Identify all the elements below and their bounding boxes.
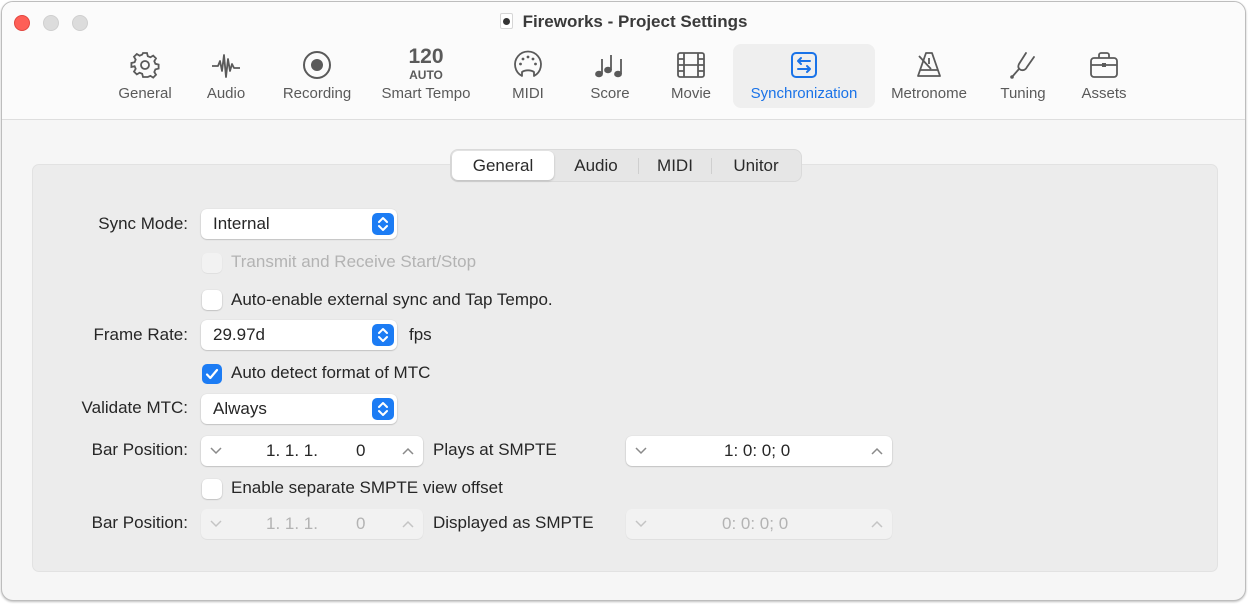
tab-unitor[interactable]: Unitor	[712, 151, 800, 180]
toolbar-item-label: Metronome	[891, 85, 967, 102]
displayed-as-smpte-stepper[interactable]: 0: 0: 0; 0	[626, 509, 892, 539]
toolbar-item-label: Audio	[206, 85, 246, 102]
validate-mtc-value: Always	[213, 399, 267, 418]
sync-arrows-icon	[791, 52, 817, 78]
sync-mode-label: Sync Mode:	[98, 214, 188, 233]
window-title-text: Fireworks - Project Settings	[522, 12, 748, 31]
bar-position-2-stepper[interactable]: 1. 1. 1. 0	[201, 509, 423, 539]
sync-mode-value: Internal	[213, 214, 270, 233]
decrement-chevron-icon[interactable]	[209, 445, 223, 457]
checkmark-icon	[205, 368, 219, 380]
tab-general[interactable]: General	[452, 151, 554, 180]
metronome-icon	[917, 52, 941, 77]
toolbar-item-assets[interactable]: Assets	[1072, 44, 1136, 108]
midi-port-icon	[514, 50, 542, 77]
bar-position-bars: 1. 1. 1.	[266, 441, 318, 460]
plays-at-smpte-value: 1: 0: 0; 0	[724, 441, 791, 460]
settings-toolbar: General Audio Recording 120 AUTO Smart T…	[2, 44, 1245, 110]
music-notes-icon	[595, 55, 622, 78]
toolbar-item-movie[interactable]: Movie	[662, 44, 720, 108]
plays-at-smpte-stepper[interactable]: 1: 0: 0; 0	[626, 436, 892, 466]
film-icon	[677, 52, 705, 78]
toolbar-item-label: Smart Tempo	[381, 85, 471, 102]
toolbar-item-recording[interactable]: Recording	[274, 44, 360, 108]
project-settings-window: Fireworks - Project Settings General Aud…	[1, 1, 1246, 601]
toolbar-item-label: Score	[590, 85, 630, 102]
increment-chevron-icon[interactable]	[401, 445, 415, 457]
waveform-icon	[212, 54, 240, 78]
transmit-receive-checkbox[interactable]	[202, 253, 222, 273]
frame-rate-label: Frame Rate:	[93, 325, 188, 344]
increment-chevron-icon[interactable]	[870, 518, 884, 530]
popup-arrows-icon	[372, 213, 394, 235]
title-bar: Fireworks - Project Settings General Aud…	[2, 2, 1245, 120]
bar-position-2-ticks: 0	[356, 514, 366, 533]
displayed-as-smpte-value: 0: 0: 0; 0	[722, 514, 789, 533]
frame-rate-popup[interactable]: 29.97d	[201, 320, 397, 350]
toolbar-item-label: Tuning	[1000, 85, 1046, 102]
separate-offset-label: Enable separate SMPTE view offset	[231, 478, 503, 497]
document-icon	[499, 13, 513, 29]
separate-offset-checkbox[interactable]	[202, 479, 222, 499]
sync-mode-popup[interactable]: Internal	[201, 209, 397, 239]
popup-arrows-icon	[372, 324, 394, 346]
gear-icon	[130, 52, 160, 79]
toolbar-item-score[interactable]: Score	[580, 44, 640, 108]
frame-rate-unit: fps	[409, 325, 432, 344]
tab-audio[interactable]: Audio	[554, 151, 638, 180]
toolbar-item-label: Synchronization	[750, 85, 858, 102]
toolbar-item-metronome[interactable]: Metronome	[882, 44, 976, 108]
auto-detect-checkbox[interactable]	[202, 364, 222, 384]
auto-detect-label: Auto detect format of MTC	[231, 363, 431, 382]
bar-position-2-bars: 1. 1. 1.	[266, 514, 318, 533]
bar-position-label: Bar Position:	[91, 440, 188, 459]
toolbar-item-label: MIDI	[512, 85, 544, 102]
tempo-mode: AUTO	[409, 68, 443, 82]
decrement-chevron-icon[interactable]	[634, 518, 648, 530]
tempo-value: 120	[408, 45, 444, 68]
toolbar-item-general[interactable]: General	[112, 44, 178, 108]
auto-enable-label: Auto-enable external sync and Tap Tempo.	[231, 290, 553, 309]
sync-tabs: General Audio MIDI Unitor	[450, 149, 802, 182]
tab-midi[interactable]: MIDI	[639, 151, 711, 180]
bar-position-2-label: Bar Position:	[91, 513, 188, 532]
toolbar-item-audio[interactable]: Audio	[198, 44, 254, 108]
popup-arrows-icon	[372, 398, 394, 420]
validate-mtc-popup[interactable]: Always	[201, 394, 397, 424]
bar-position-ticks: 0	[356, 441, 366, 460]
toolbar-item-label: Recording	[282, 85, 352, 102]
toolbar-item-midi[interactable]: MIDI	[500, 44, 556, 108]
toolbar-item-label: General	[118, 85, 172, 102]
auto-enable-checkbox[interactable]	[202, 290, 222, 310]
toolbar-item-synchronization[interactable]: Synchronization	[733, 44, 875, 108]
plays-at-smpte-label: Plays at SMPTE	[433, 440, 557, 459]
toolbar-item-label: Movie	[670, 85, 711, 102]
validate-mtc-label: Validate MTC:	[81, 398, 188, 417]
toolbar-item-tuning[interactable]: Tuning	[992, 44, 1054, 108]
frame-rate-value: 29.97d	[213, 325, 265, 344]
decrement-chevron-icon[interactable]	[634, 445, 648, 457]
transmit-receive-label: Transmit and Receive Start/Stop	[231, 252, 477, 271]
window-title: Fireworks - Project Settings	[2, 12, 1245, 32]
record-icon	[303, 51, 331, 79]
briefcase-icon	[1090, 52, 1118, 78]
increment-chevron-icon[interactable]	[870, 445, 884, 457]
displayed-as-smpte-label: Displayed as SMPTE	[433, 513, 594, 532]
toolbar-item-smart-tempo[interactable]: 120 AUTO Smart Tempo	[370, 44, 482, 108]
decrement-chevron-icon[interactable]	[209, 518, 223, 530]
tuning-fork-icon	[1010, 52, 1035, 79]
increment-chevron-icon[interactable]	[401, 518, 415, 530]
toolbar-item-label: Assets	[1081, 85, 1127, 102]
bar-position-stepper[interactable]: 1. 1. 1. 0	[201, 436, 423, 466]
